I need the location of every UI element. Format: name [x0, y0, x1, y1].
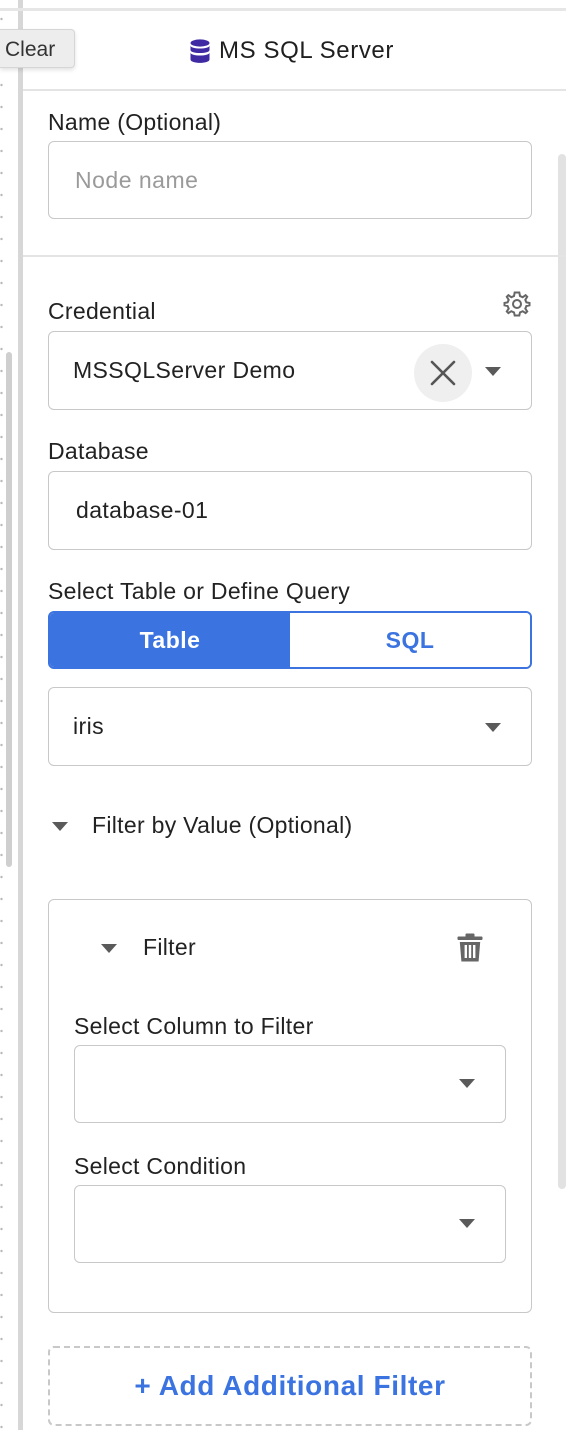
canvas-scrollbar[interactable]	[6, 352, 12, 867]
database-icon	[190, 38, 210, 63]
table-select[interactable]: iris	[48, 687, 532, 766]
clear-credential-button[interactable]	[414, 344, 472, 402]
canvas-dot-grid	[0, 0, 3, 1430]
name-label: Name (Optional)	[48, 109, 222, 135]
panel-title: MS SQL Server	[190, 37, 394, 65]
chevron-down-icon[interactable]	[459, 1079, 475, 1088]
source-mode-label: Select Table or Define Query	[48, 578, 351, 604]
section-divider	[23, 255, 566, 257]
gear-icon[interactable]	[503, 290, 531, 318]
database-label: Database	[48, 438, 149, 464]
node-name-input[interactable]	[49, 142, 531, 218]
column-filter-select[interactable]	[74, 1045, 506, 1123]
filter-collapse-icon[interactable]	[101, 944, 117, 953]
panel-scrollbar[interactable]	[558, 154, 566, 1189]
filter-section-toggle-icon[interactable]	[52, 822, 68, 831]
credential-label: Credential	[48, 298, 156, 324]
add-filter-button[interactable]: + Add Additional Filter	[48, 1346, 532, 1426]
condition-label: Select Condition	[74, 1153, 247, 1179]
database-value[interactable]: database-01	[76, 472, 208, 548]
trash-icon[interactable]	[457, 933, 483, 962]
tab-table[interactable]: Table	[50, 613, 290, 667]
clear-button[interactable]: Clear	[0, 29, 75, 68]
chevron-down-icon[interactable]	[485, 723, 501, 732]
chevron-down-icon[interactable]	[485, 367, 501, 376]
filter-title[interactable]: Filter	[143, 934, 196, 961]
column-filter-label: Select Column to Filter	[74, 1013, 314, 1039]
filter-section-label[interactable]: Filter by Value (Optional)	[92, 812, 352, 839]
table-value: iris	[73, 713, 104, 739]
panel-header: MS SQL Server	[23, 11, 566, 91]
node-properties-panel: MS SQL Server Name (Optional) Credential…	[23, 11, 566, 1430]
panel-title-text: MS SQL Server	[219, 37, 394, 64]
credential-value: MSSQLServer Demo	[73, 357, 296, 383]
condition-select[interactable]	[74, 1185, 506, 1263]
tab-sql[interactable]: SQL	[290, 613, 530, 667]
close-icon	[430, 360, 456, 386]
source-mode-toggle: Table SQL	[48, 611, 532, 669]
chevron-down-icon[interactable]	[459, 1219, 475, 1228]
database-field[interactable]: database-01	[48, 471, 532, 550]
node-name-field[interactable]	[48, 141, 532, 219]
